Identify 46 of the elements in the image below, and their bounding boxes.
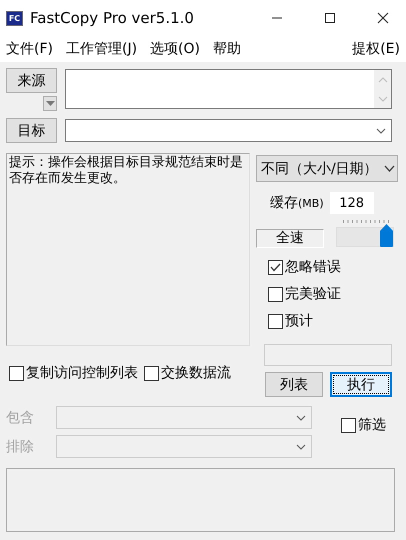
hint-text: 提示：操作会根据目标目录规范结束时是否存在而发生更改。 — [6, 153, 250, 346]
checkbox[interactable] — [144, 366, 159, 380]
chevron-down-icon — [384, 165, 395, 172]
source-button[interactable]: 来源 — [6, 68, 57, 93]
target-button[interactable]: 目标 — [6, 118, 57, 143]
dropdown-button[interactable] — [43, 96, 57, 111]
speed-slider[interactable] — [336, 220, 394, 248]
chevron-down-icon — [296, 444, 306, 450]
filter-label: 包含 — [6, 408, 35, 426]
menu-item[interactable]: 工作管理(J) — [66, 40, 138, 58]
checkbox[interactable] — [268, 314, 283, 328]
checkbox[interactable] — [9, 366, 24, 380]
checkbox[interactable] — [268, 260, 283, 274]
checkbox-label: 复制访问控制列表 — [26, 364, 138, 382]
checkbox[interactable] — [341, 418, 356, 432]
maximize-icon — [324, 12, 336, 24]
mode-dropdown[interactable]: 不同（大小/日期） — [256, 155, 398, 182]
buffer-label: 缓存(MB) — [270, 194, 324, 212]
buffer-field[interactable]: 128 — [330, 192, 374, 214]
menu-item[interactable]: 提权(E) — [352, 40, 400, 58]
slider-thumb[interactable] — [380, 224, 393, 247]
chevron-down-icon — [296, 414, 306, 420]
triangle-down-icon — [46, 101, 54, 106]
close-icon — [377, 12, 389, 24]
target-field[interactable] — [65, 119, 392, 142]
tick-marks — [343, 220, 391, 223]
checkbox-label: 交换数据流 — [161, 364, 231, 382]
chevron-down-icon — [376, 128, 386, 134]
menu-item[interactable]: 选项(O) — [150, 40, 200, 58]
checkbox-label: 完美验证 — [285, 285, 341, 303]
checkbox-label: 预计 — [285, 312, 313, 330]
menu-item[interactable]: 帮助 — [213, 40, 241, 58]
window-title: FastCopy Pro ver5.1.0 — [30, 9, 195, 27]
list-button[interactable]: 列表 — [265, 372, 323, 397]
mode-value: 不同（大小/日期） — [261, 160, 378, 178]
checkbox-label: 忽略错误 — [285, 258, 341, 276]
scroll-up-icon — [378, 76, 388, 82]
scroll-down-icon — [378, 96, 388, 102]
run-button[interactable]: 执行 — [330, 372, 392, 397]
speed-label: 全速 — [256, 229, 324, 248]
filter-label: 排除 — [6, 438, 35, 456]
menu-item[interactable]: 文件(F) — [6, 40, 53, 58]
app-icon: FC — [6, 10, 23, 26]
checkbox-label: 筛选 — [358, 416, 386, 434]
source-field[interactable] — [65, 69, 392, 109]
checkbox[interactable] — [268, 286, 283, 302]
